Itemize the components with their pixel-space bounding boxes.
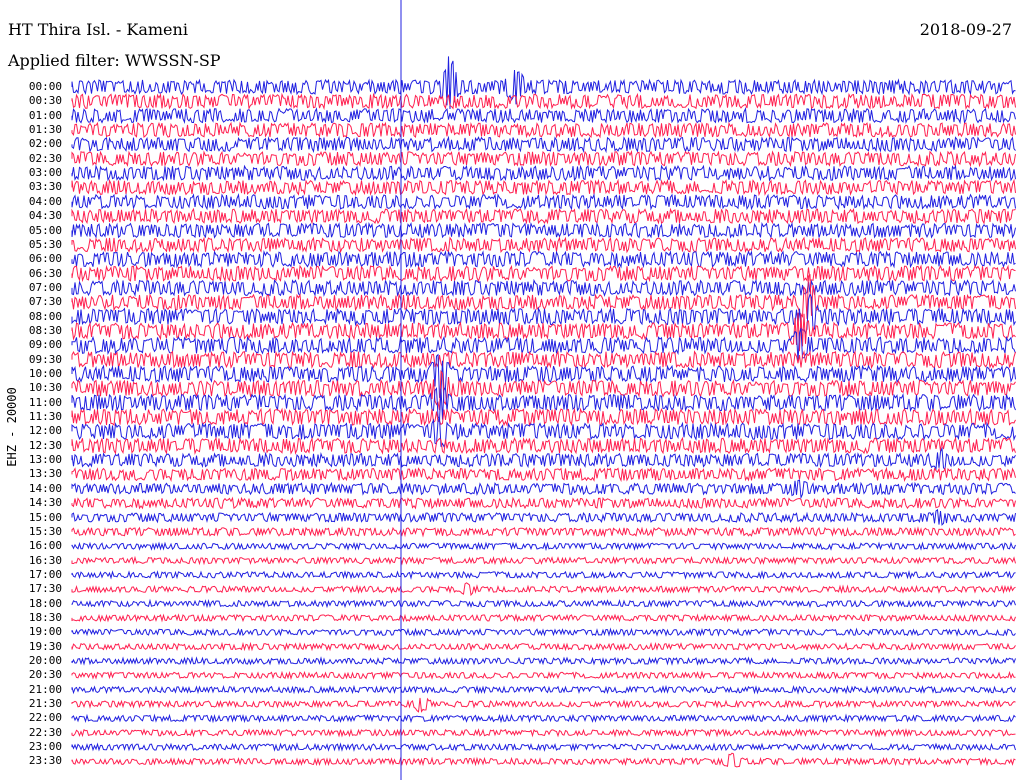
row-label: 20:30 [28,668,62,682]
seismogram-plot [71,0,1016,780]
trace-row-2300 [71,742,1016,752]
row-label: 14:30 [28,496,62,510]
row-label: 01:00 [28,108,62,122]
trace-row-0530 [71,236,1016,254]
row-label: 18:30 [28,610,62,624]
row-label: 19:00 [28,625,62,639]
row-label: 02:30 [28,151,62,165]
trace-row-0500 [71,221,1016,240]
row-label: 02:00 [28,137,62,151]
trace-row-1500 [71,508,1016,526]
trace-row-0600 [71,250,1016,269]
trace-layer [71,56,1016,768]
trace-row-1830 [71,613,1016,623]
trace-row-0400 [71,193,1016,211]
row-label: 09:30 [28,352,62,366]
row-label: 12:00 [28,424,62,438]
row-label: 17:00 [28,567,62,581]
row-label: 14:00 [28,481,62,495]
trace-row-1300 [71,446,1016,471]
trace-row-1930 [71,641,1016,652]
trace-row-1230 [71,436,1016,456]
row-label: 03:30 [28,180,62,194]
trace-row-2230 [71,728,1016,738]
row-label: 13:00 [28,453,62,467]
trace-row-2030 [71,670,1016,681]
trace-row-2000 [71,656,1016,666]
row-label: 17:30 [28,582,62,596]
row-label: 01:30 [28,123,62,137]
trace-row-0430 [71,207,1016,225]
row-label: 20:00 [28,654,62,667]
trace-row-0700 [71,278,1016,297]
row-label: 09:00 [28,338,62,352]
trace-row-1800 [71,598,1016,609]
row-label: 05:30 [28,237,62,251]
trace-row-1600 [71,541,1016,552]
trace-row-0930 [71,349,1016,370]
trace-row-1430 [71,496,1016,510]
trace-row-0630 [71,264,1016,283]
row-label: 10:00 [28,367,62,380]
row-label: 23:30 [28,754,62,768]
trace-row-1900 [71,627,1016,637]
row-label: 00:30 [28,94,62,108]
row-label: 23:00 [28,740,62,754]
row-label: 15:00 [28,510,62,524]
row-label: 07:00 [28,280,62,294]
row-label: 10:30 [28,381,62,395]
trace-row-2100 [71,684,1016,695]
trace-row-0030 [71,92,1016,111]
trace-row-1730 [71,582,1016,597]
row-label: 18:00 [28,596,62,610]
row-label: 16:00 [28,539,62,553]
row-label: 11:30 [28,410,62,424]
trace-row-0130 [71,121,1016,139]
trace-row-1530 [71,526,1016,538]
trace-row-0300 [71,164,1016,182]
row-label: 08:30 [28,323,62,337]
row-label: 08:00 [28,309,62,323]
row-label: 22:00 [28,711,62,725]
trace-row-2130 [71,697,1016,713]
row-label: 13:30 [28,467,62,481]
row-label: 21:00 [28,682,62,696]
row-label: 06:00 [28,252,62,266]
trace-row-1330 [71,466,1016,483]
trace-row-2330 [71,752,1016,768]
trace-row-0330 [71,178,1016,197]
row-label: 04:00 [28,194,62,208]
row-label: 15:30 [28,524,62,538]
row-label: 00:00 [28,80,62,93]
row-label: 04:30 [28,209,62,223]
row-label: 06:30 [28,266,62,280]
row-label: 11:00 [28,395,62,409]
row-label: 12:30 [28,438,62,452]
row-label: 21:30 [28,697,62,711]
row-label: 22:30 [28,725,62,739]
row-label: 07:30 [28,295,62,309]
trace-row-1130 [71,407,1016,427]
trace-row-0200 [71,135,1016,154]
row-label: 19:30 [28,639,62,653]
trace-row-1400 [71,479,1016,500]
trace-row-1630 [71,555,1016,566]
trace-row-2200 [71,713,1016,724]
row-label: 16:30 [28,553,62,567]
trace-row-1700 [71,570,1016,580]
row-label: 05:00 [28,223,62,237]
trace-row-0100 [71,106,1016,125]
trace-row-0230 [71,150,1016,168]
row-label: 03:00 [28,166,62,180]
